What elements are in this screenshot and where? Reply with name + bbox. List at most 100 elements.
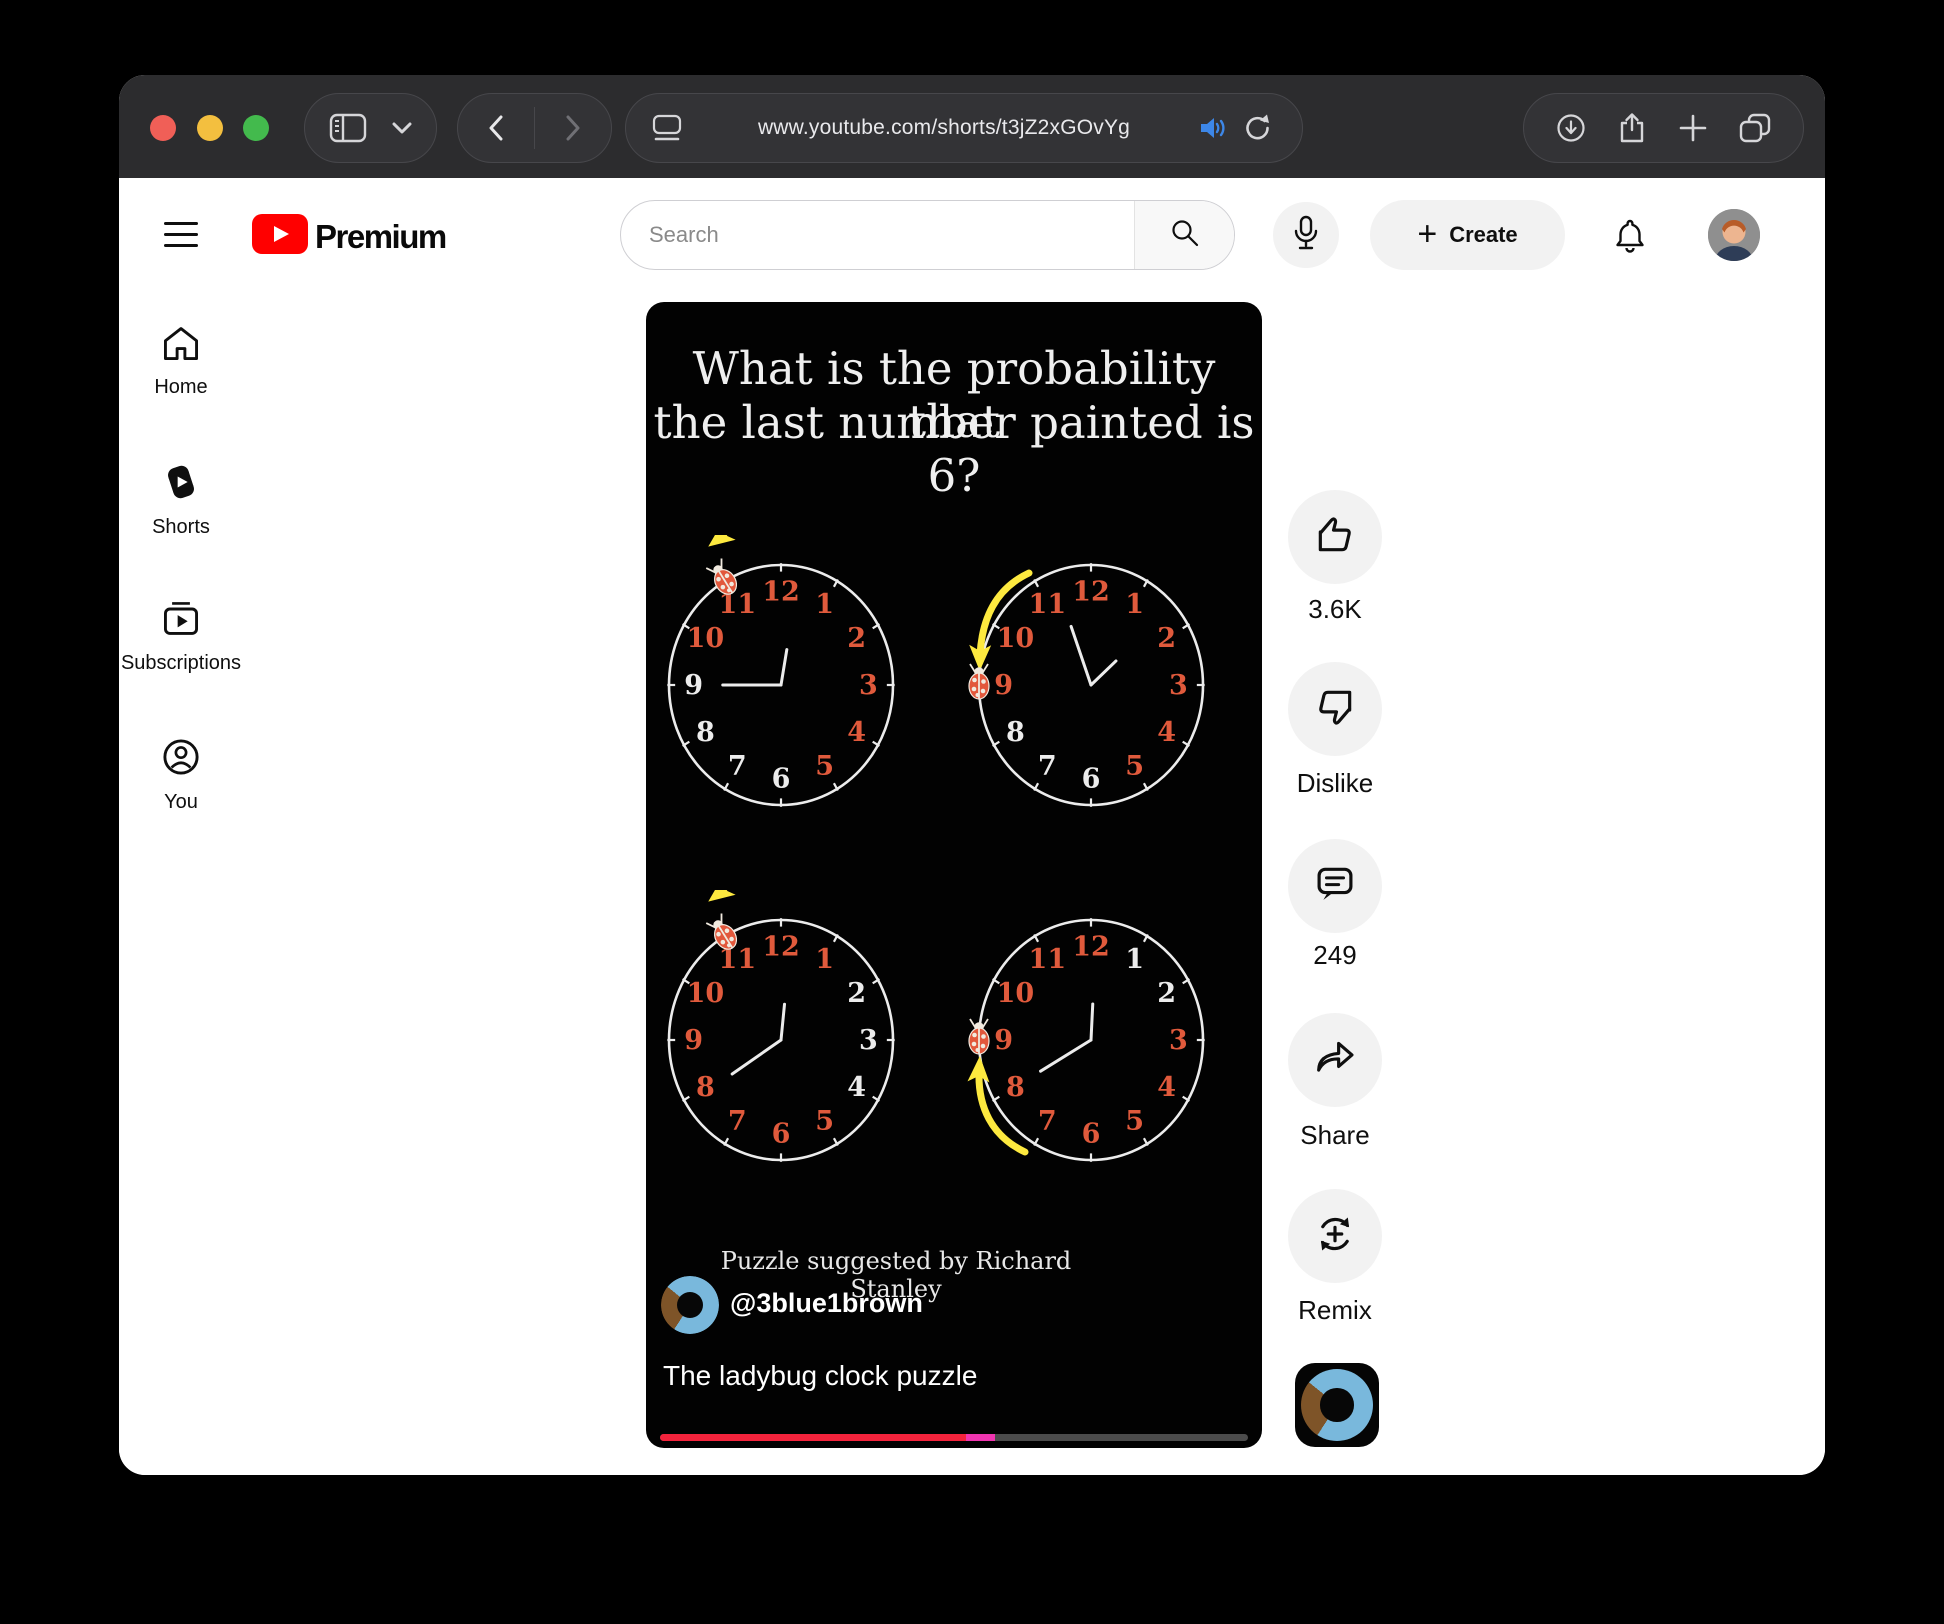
page-settings-icon[interactable] [652,113,682,143]
back-button[interactable] [488,115,504,141]
sidebar-label: Subscriptions [121,652,241,675]
dislike-button[interactable] [1288,662,1382,756]
svg-text:3: 3 [859,670,878,701]
subscriptions-icon [161,600,201,643]
svg-text:9: 9 [994,1025,1013,1056]
channel-avatar[interactable] [661,1276,719,1334]
sidebar-item-home[interactable]: Home [126,324,236,399]
page-content: Premium + Create [119,178,1825,1475]
sidebar-item-shorts[interactable]: Shorts [126,462,236,539]
svg-text:5: 5 [1125,751,1144,782]
remix-label: Remix [1255,1295,1415,1326]
search-button[interactable] [1134,201,1234,269]
sidebar-toggle-group [304,93,437,163]
svg-text:2: 2 [847,978,866,1009]
svg-text:6: 6 [772,764,791,795]
svg-text:12: 12 [762,931,800,962]
comments-button[interactable] [1288,839,1382,933]
sidebar-label: Home [154,376,207,399]
svg-text:4: 4 [847,1072,866,1103]
new-tab-icon[interactable] [1679,114,1707,142]
svg-text:10: 10 [687,978,725,1009]
comments-count: 249 [1255,940,1415,971]
svg-text:7: 7 [728,751,747,782]
svg-text:1: 1 [1125,589,1144,620]
share-button[interactable] [1288,1013,1382,1107]
audio-playing-icon[interactable] [1200,116,1228,140]
clock-top-right: 123456789101112 [961,535,1221,835]
video-caption: The ladybug clock puzzle [663,1360,977,1392]
video-progress-bar[interactable] [660,1434,1248,1441]
url-text[interactable]: www.youtube.com/shorts/t3jZ2xGOvYg [696,116,1192,140]
svg-text:4: 4 [847,717,866,748]
shorts-video-player[interactable]: What is the probability that the last nu… [646,302,1262,1448]
svg-text:5: 5 [815,1106,834,1137]
3blue1brown-logo-icon [661,1276,719,1334]
clock-top-left: 123456789101112 [651,535,911,835]
like-count: 3.6K [1255,594,1415,625]
svg-text:4: 4 [1157,1072,1176,1103]
svg-text:3: 3 [1169,670,1188,701]
tab-overview-icon[interactable] [1739,113,1771,143]
close-window-button[interactable] [150,115,176,141]
downloads-icon[interactable] [1556,113,1586,143]
svg-text:6: 6 [772,1119,791,1150]
svg-text:5: 5 [815,751,834,782]
sidebar-item-subscriptions[interactable]: Subscriptions [126,600,236,675]
nav-buttons-group [457,93,612,163]
channel-thumbnail-button[interactable] [1295,1363,1379,1447]
notifications-button[interactable] [1613,218,1647,259]
remix-icon [1313,1212,1357,1261]
sidebar-toggle-icon[interactable] [329,113,367,143]
nav-divider [534,107,536,149]
browser-titlebar: www.youtube.com/shorts/t3jZ2xGOvYg [119,75,1825,178]
microphone-icon [1290,215,1322,256]
menu-hamburger-button[interactable] [164,222,198,249]
zoom-window-button[interactable] [243,115,269,141]
avatar-portrait [1708,209,1760,261]
svg-text:10: 10 [687,623,725,654]
svg-text:8: 8 [696,717,715,748]
youtube-premium-logo[interactable]: Premium [252,214,446,259]
svg-text:3: 3 [859,1025,878,1056]
reload-icon[interactable] [1244,114,1270,142]
clock-bottom-right: 123456789101112 [961,890,1221,1190]
chevron-down-icon[interactable] [392,122,412,134]
share-sheet-icon[interactable] [1618,112,1646,144]
svg-text:12: 12 [1072,931,1110,962]
plus-icon: + [1417,217,1437,251]
remix-button[interactable] [1288,1189,1382,1283]
home-icon [161,324,201,367]
browser-window: www.youtube.com/shorts/t3jZ2xGOvYg [119,75,1825,1475]
svg-text:5: 5 [1125,1106,1144,1137]
share-arrow-icon [1312,1036,1358,1085]
search-input[interactable] [621,201,1134,269]
svg-text:4: 4 [1157,717,1176,748]
progress-pink [966,1434,995,1441]
svg-text:11: 11 [1029,944,1067,975]
share-label: Share [1255,1120,1415,1151]
channel-handle[interactable]: @3blue1brown [730,1288,923,1319]
shorts-icon [161,462,201,507]
svg-text:9: 9 [684,670,703,701]
svg-text:2: 2 [1157,978,1176,1009]
sidebar-label: You [164,791,198,814]
svg-text:12: 12 [762,576,800,607]
minimize-window-button[interactable] [197,115,223,141]
svg-text:10: 10 [997,623,1035,654]
bell-icon [1613,241,1647,258]
forward-button[interactable] [565,115,581,141]
svg-text:6: 6 [1082,1119,1101,1150]
sidebar-item-you[interactable]: You [126,737,236,814]
window-actions-group [1523,93,1804,163]
like-button[interactable] [1288,490,1382,584]
account-avatar[interactable] [1708,209,1760,261]
search-icon [1170,218,1200,253]
svg-text:9: 9 [994,670,1013,701]
svg-text:8: 8 [1006,717,1025,748]
voice-search-button[interactable] [1273,202,1339,268]
svg-text:2: 2 [1157,623,1176,654]
svg-text:7: 7 [728,1106,747,1137]
url-bar[interactable]: www.youtube.com/shorts/t3jZ2xGOvYg [625,93,1303,163]
create-button[interactable]: + Create [1370,200,1565,270]
